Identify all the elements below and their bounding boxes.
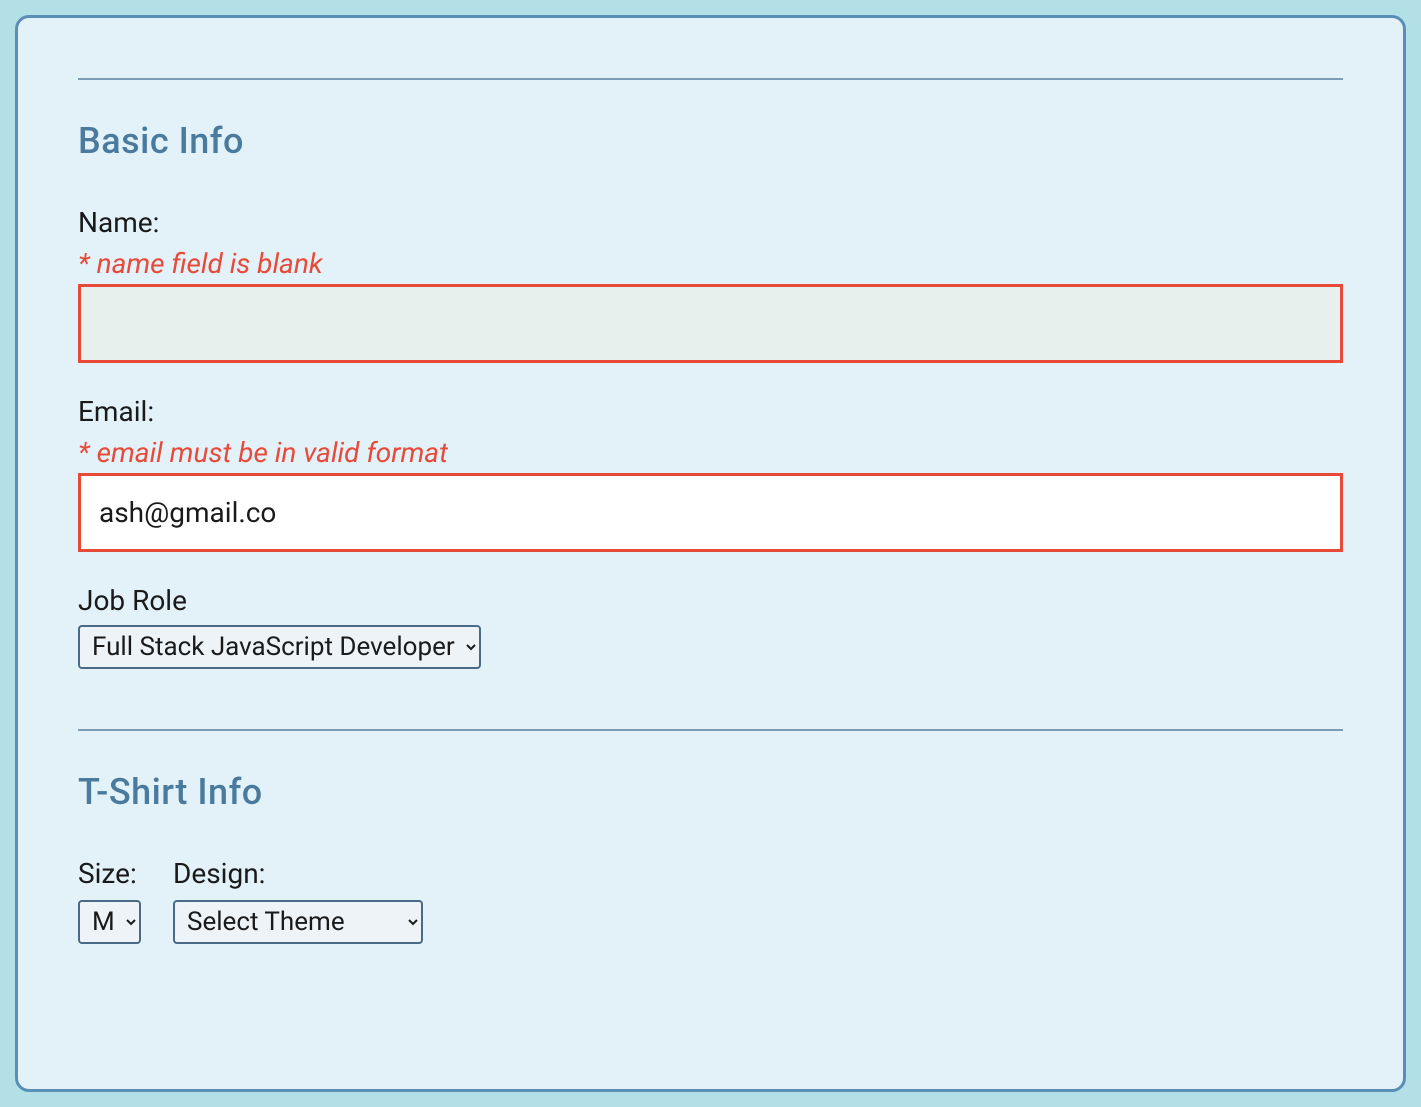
basic-info-heading: Basic Info [78, 120, 1343, 162]
name-error-message: * name field is blank [78, 247, 1343, 280]
email-input[interactable] [78, 473, 1343, 552]
tshirt-fields-row: Size: M Design: Select Theme [78, 857, 1343, 944]
name-input[interactable] [78, 284, 1343, 363]
email-error-message: * email must be in valid format [78, 436, 1343, 469]
tshirt-info-heading: T-Shirt Info [78, 771, 1343, 813]
form-container: Basic Info Name: * name field is blank E… [15, 15, 1406, 1092]
design-select[interactable]: Select Theme [173, 900, 423, 944]
job-role-field-group: Job Role Full Stack JavaScript Developer [78, 584, 1343, 669]
name-field-group: Name: * name field is blank [78, 206, 1343, 363]
size-field-group: Size: M [78, 857, 141, 944]
email-field-group: Email: * email must be in valid format [78, 395, 1343, 552]
size-label: Size: [78, 857, 141, 890]
job-role-label: Job Role [78, 584, 1343, 617]
size-select[interactable]: M [78, 900, 141, 944]
design-field-group: Design: Select Theme [173, 857, 423, 944]
email-label: Email: [78, 395, 1343, 428]
divider-top [78, 78, 1343, 80]
divider-middle [78, 729, 1343, 731]
design-label: Design: [173, 857, 423, 890]
job-role-select[interactable]: Full Stack JavaScript Developer [78, 625, 481, 669]
name-label: Name: [78, 206, 1343, 239]
